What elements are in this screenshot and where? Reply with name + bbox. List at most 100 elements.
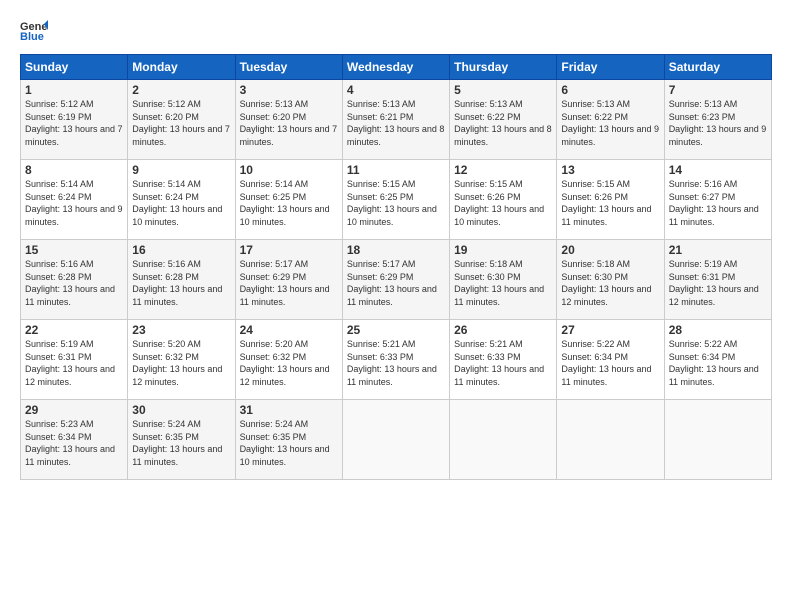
calendar-cell: 25 Sunrise: 5:21 AMSunset: 6:33 PMDayligh… (342, 320, 449, 400)
day-number: 8 (25, 163, 123, 177)
week-row-1: 1 Sunrise: 5:12 AMSunset: 6:19 PMDaylight… (21, 80, 772, 160)
day-info: Sunrise: 5:21 AMSunset: 6:33 PMDaylight:… (454, 339, 544, 387)
calendar-cell: 18 Sunrise: 5:17 AMSunset: 6:29 PMDayligh… (342, 240, 449, 320)
day-info: Sunrise: 5:12 AMSunset: 6:19 PMDaylight:… (25, 99, 123, 147)
day-info: Sunrise: 5:13 AMSunset: 6:20 PMDaylight:… (240, 99, 338, 147)
day-info: Sunrise: 5:12 AMSunset: 6:20 PMDaylight:… (132, 99, 230, 147)
calendar-cell: 29 Sunrise: 5:23 AMSunset: 6:34 PMDayligh… (21, 400, 128, 480)
day-number: 27 (561, 323, 659, 337)
day-info: Sunrise: 5:14 AMSunset: 6:24 PMDaylight:… (25, 179, 123, 227)
day-info: Sunrise: 5:16 AMSunset: 6:28 PMDaylight:… (132, 259, 222, 307)
calendar-table: SundayMondayTuesdayWednesdayThursdayFrid… (20, 54, 772, 480)
calendar-cell (450, 400, 557, 480)
day-number: 15 (25, 243, 123, 257)
calendar-cell (664, 400, 771, 480)
day-number: 7 (669, 83, 767, 97)
day-info: Sunrise: 5:19 AMSunset: 6:31 PMDaylight:… (25, 339, 115, 387)
weekday-header-wednesday: Wednesday (342, 55, 449, 80)
day-info: Sunrise: 5:14 AMSunset: 6:24 PMDaylight:… (132, 179, 222, 227)
calendar-cell: 23 Sunrise: 5:20 AMSunset: 6:32 PMDayligh… (128, 320, 235, 400)
calendar-cell: 5Sunrise: 5:13 AMSunset: 6:22 PMDaylight… (450, 80, 557, 160)
day-info: Sunrise: 5:15 AMSunset: 6:26 PMDaylight:… (454, 179, 544, 227)
weekday-header-thursday: Thursday (450, 55, 557, 80)
day-number: 10 (240, 163, 338, 177)
weekday-header-monday: Monday (128, 55, 235, 80)
day-info: Sunrise: 5:20 AMSunset: 6:32 PMDaylight:… (132, 339, 222, 387)
weekday-header-row: SundayMondayTuesdayWednesdayThursdayFrid… (21, 55, 772, 80)
weekday-header-sunday: Sunday (21, 55, 128, 80)
weekday-header-tuesday: Tuesday (235, 55, 342, 80)
day-number: 28 (669, 323, 767, 337)
day-info: Sunrise: 5:13 AMSunset: 6:23 PMDaylight:… (669, 99, 767, 147)
day-info: Sunrise: 5:16 AMSunset: 6:27 PMDaylight:… (669, 179, 759, 227)
calendar-cell: 4 Sunrise: 5:13 AMSunset: 6:21 PMDaylight… (342, 80, 449, 160)
day-number: 17 (240, 243, 338, 257)
calendar-cell: 3Sunrise: 5:13 AMSunset: 6:20 PMDaylight… (235, 80, 342, 160)
calendar-cell: 14 Sunrise: 5:16 AMSunset: 6:27 PMDayligh… (664, 160, 771, 240)
calendar-cell: 11Sunrise: 5:15 AMSunset: 6:25 PMDayligh… (342, 160, 449, 240)
day-info: Sunrise: 5:17 AMSunset: 6:29 PMDaylight:… (347, 259, 437, 307)
day-number: 16 (132, 243, 230, 257)
day-info: Sunrise: 5:23 AMSunset: 6:34 PMDaylight:… (25, 419, 115, 467)
day-number: 14 (669, 163, 767, 177)
day-number: 12 (454, 163, 552, 177)
week-row-5: 29 Sunrise: 5:23 AMSunset: 6:34 PMDayligh… (21, 400, 772, 480)
calendar-cell: 26 Sunrise: 5:21 AMSunset: 6:33 PMDayligh… (450, 320, 557, 400)
day-number: 4 (347, 83, 445, 97)
calendar-cell: 13Sunrise: 5:15 AMSunset: 6:26 PMDayligh… (557, 160, 664, 240)
calendar-cell: 8 Sunrise: 5:14 AMSunset: 6:24 PMDaylight… (21, 160, 128, 240)
day-number: 9 (132, 163, 230, 177)
day-info: Sunrise: 5:13 AMSunset: 6:21 PMDaylight:… (347, 99, 445, 147)
day-number: 22 (25, 323, 123, 337)
calendar-cell: 2 Sunrise: 5:12 AMSunset: 6:20 PMDaylight… (128, 80, 235, 160)
calendar-cell (557, 400, 664, 480)
calendar-cell: 12 Sunrise: 5:15 AMSunset: 6:26 PMDayligh… (450, 160, 557, 240)
day-number: 25 (347, 323, 445, 337)
calendar-cell: 17Sunrise: 5:17 AMSunset: 6:29 PMDayligh… (235, 240, 342, 320)
day-info: Sunrise: 5:15 AMSunset: 6:26 PMDaylight:… (561, 179, 651, 227)
day-number: 1 (25, 83, 123, 97)
day-number: 23 (132, 323, 230, 337)
logo: General Blue (20, 16, 52, 44)
calendar-cell (342, 400, 449, 480)
header: General Blue (20, 16, 772, 44)
day-info: Sunrise: 5:13 AMSunset: 6:22 PMDaylight:… (561, 99, 659, 147)
week-row-4: 22 Sunrise: 5:19 AMSunset: 6:31 PMDayligh… (21, 320, 772, 400)
calendar-cell: 21 Sunrise: 5:19 AMSunset: 6:31 PMDayligh… (664, 240, 771, 320)
day-number: 5 (454, 83, 552, 97)
calendar-cell: 28 Sunrise: 5:22 AMSunset: 6:34 PMDayligh… (664, 320, 771, 400)
calendar-cell: 9 Sunrise: 5:14 AMSunset: 6:24 PMDaylight… (128, 160, 235, 240)
day-info: Sunrise: 5:14 AMSunset: 6:25 PMDaylight:… (240, 179, 330, 227)
day-info: Sunrise: 5:19 AMSunset: 6:31 PMDaylight:… (669, 259, 759, 307)
day-number: 20 (561, 243, 659, 257)
day-number: 24 (240, 323, 338, 337)
calendar-cell: 15Sunrise: 5:16 AMSunset: 6:28 PMDayligh… (21, 240, 128, 320)
svg-text:Blue: Blue (20, 31, 44, 43)
day-info: Sunrise: 5:22 AMSunset: 6:34 PMDaylight:… (669, 339, 759, 387)
day-info: Sunrise: 5:22 AMSunset: 6:34 PMDaylight:… (561, 339, 651, 387)
calendar-cell: 19Sunrise: 5:18 AMSunset: 6:30 PMDayligh… (450, 240, 557, 320)
calendar-cell: 10 Sunrise: 5:14 AMSunset: 6:25 PMDayligh… (235, 160, 342, 240)
calendar-cell: 6 Sunrise: 5:13 AMSunset: 6:22 PMDaylight… (557, 80, 664, 160)
calendar-cell: 16 Sunrise: 5:16 AMSunset: 6:28 PMDayligh… (128, 240, 235, 320)
logo-icon: General Blue (20, 16, 48, 44)
day-info: Sunrise: 5:18 AMSunset: 6:30 PMDaylight:… (454, 259, 544, 307)
calendar-page: General Blue SundayMondayTuesdayWednesda… (0, 0, 792, 612)
day-number: 29 (25, 403, 123, 417)
day-info: Sunrise: 5:20 AMSunset: 6:32 PMDaylight:… (240, 339, 330, 387)
weekday-header-saturday: Saturday (664, 55, 771, 80)
calendar-cell: 30Sunrise: 5:24 AMSunset: 6:35 PMDayligh… (128, 400, 235, 480)
day-number: 11 (347, 163, 445, 177)
calendar-cell: 27 Sunrise: 5:22 AMSunset: 6:34 PMDayligh… (557, 320, 664, 400)
day-info: Sunrise: 5:21 AMSunset: 6:33 PMDaylight:… (347, 339, 437, 387)
calendar-cell: 1 Sunrise: 5:12 AMSunset: 6:19 PMDaylight… (21, 80, 128, 160)
day-number: 18 (347, 243, 445, 257)
day-number: 26 (454, 323, 552, 337)
day-number: 21 (669, 243, 767, 257)
day-number: 6 (561, 83, 659, 97)
day-info: Sunrise: 5:24 AMSunset: 6:35 PMDaylight:… (240, 419, 330, 467)
calendar-cell: 7 Sunrise: 5:13 AMSunset: 6:23 PMDaylight… (664, 80, 771, 160)
day-number: 2 (132, 83, 230, 97)
day-number: 30 (132, 403, 230, 417)
weekday-header-friday: Friday (557, 55, 664, 80)
